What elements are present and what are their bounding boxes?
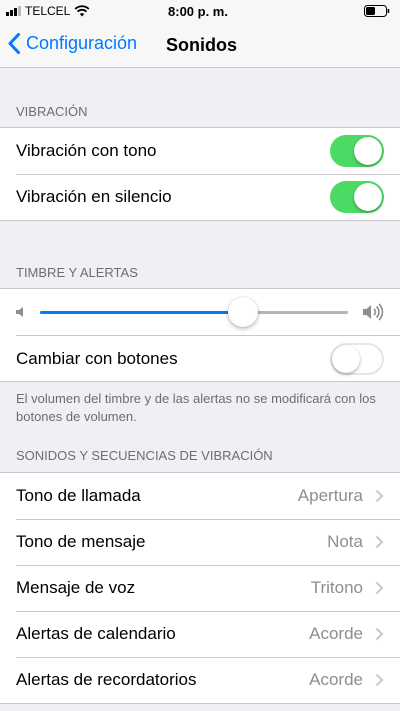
battery-icon	[364, 5, 390, 17]
chevron-right-icon	[375, 627, 384, 641]
row-label: Tono de mensaje	[16, 532, 146, 551]
row-value: Acorde	[309, 624, 363, 643]
row-label: Mensaje de voz	[16, 578, 136, 597]
row-value: Tritono	[310, 578, 363, 597]
calendar-alerts-row[interactable]: Alertas de calendario Acorde	[0, 611, 400, 657]
chevron-right-icon	[375, 673, 384, 687]
voicemail-row[interactable]: Mensaje de voz Tritono	[0, 565, 400, 611]
status-right	[260, 5, 390, 17]
volume-low-icon	[16, 307, 23, 317]
chevron-right-icon	[375, 535, 384, 549]
sounds-group: Tono de llamada Apertura Tono de mensaje…	[0, 472, 400, 704]
row-label: Tono de llamada	[16, 486, 141, 505]
status-time: 8:00 p. m.	[168, 3, 228, 19]
signal-strength-icon	[6, 6, 21, 16]
slider-thumb[interactable]	[228, 296, 259, 327]
row-value: Nota	[327, 532, 363, 551]
vibrate-on-silent-row: Vibración en silencio	[0, 174, 400, 220]
row-label: Cambiar con botones	[16, 348, 178, 368]
row-label: Alertas de calendario	[16, 624, 176, 643]
change-with-buttons-toggle[interactable]	[330, 342, 384, 375]
ringtone-row[interactable]: Tono de llamada Apertura	[0, 473, 400, 519]
section-header-ringer: TIMBRE Y ALERTAS	[16, 265, 138, 280]
text-tone-row[interactable]: Tono de mensaje Nota	[0, 519, 400, 565]
change-with-buttons-row: Cambiar con botones	[16, 335, 400, 381]
back-button[interactable]: Configuración	[8, 33, 137, 54]
volume-high-icon	[363, 303, 384, 321]
carrier-name: TELCEL	[25, 4, 71, 18]
status-left: TELCEL	[6, 4, 136, 18]
chevron-left-icon	[8, 33, 20, 54]
status-bar: TELCEL 8:00 p. m.	[0, 0, 400, 22]
row-value: Apertura	[297, 486, 363, 505]
wifi-icon	[74, 5, 90, 17]
back-button-label: Configuración	[26, 33, 138, 53]
vibrate-on-silent-toggle[interactable]	[330, 181, 384, 213]
row-label: Alertas de recordatorios	[16, 670, 197, 689]
chevron-right-icon	[375, 581, 384, 595]
reminder-alerts-row[interactable]: Alertas de recordatorios Acorde	[0, 657, 400, 703]
page-title: Sonidos	[166, 35, 237, 55]
row-label: Vibración en silencio	[16, 187, 172, 206]
slider-fill	[40, 310, 244, 314]
ringer-volume-row	[0, 289, 400, 335]
vibration-group: Vibración con tono Vibración en silencio	[0, 127, 400, 221]
vibrate-on-ring-toggle[interactable]	[330, 135, 384, 167]
section-header-sounds: SONIDOS Y SECUENCIAS DE VIBRACIÓN	[16, 448, 273, 463]
ringer-volume-slider[interactable]	[40, 296, 348, 327]
chevron-right-icon	[375, 489, 384, 503]
vibrate-on-ring-row: Vibración con tono	[0, 128, 400, 174]
ringer-footer-note: El volumen del timbre y de las alertas n…	[16, 391, 376, 424]
ringer-group: Cambiar con botones	[0, 288, 400, 382]
row-label: Vibración con tono	[16, 141, 157, 160]
section-header-vibration: VIBRACIÓN	[16, 104, 88, 119]
navigation-bar: Configuración Sonidos	[0, 22, 400, 68]
row-value: Acorde	[309, 670, 363, 689]
